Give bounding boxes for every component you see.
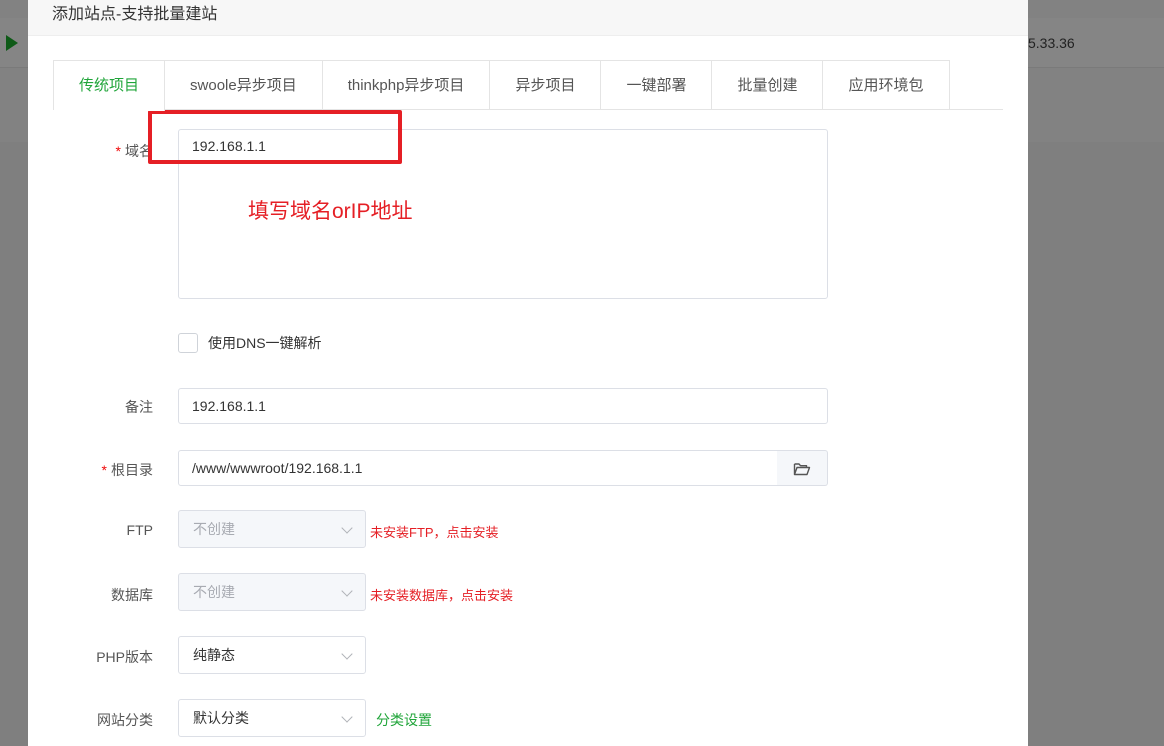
- dns-checkbox-label[interactable]: 使用DNS一键解析: [208, 333, 322, 353]
- category-settings-link[interactable]: 分类设置: [376, 710, 432, 730]
- tab-thinkphp[interactable]: thinkphp异步项目: [322, 61, 491, 110]
- database-install-link[interactable]: 未安装数据库，点击安装: [370, 585, 513, 604]
- project-tabs: 传统项目 swoole异步项目 thinkphp异步项目 异步项目 一键部署 批…: [53, 60, 950, 111]
- tab-async[interactable]: 异步项目: [490, 61, 602, 110]
- chevron-down-icon: [341, 648, 353, 660]
- chevron-down-icon: [341, 711, 353, 723]
- database-label: 数据库: [111, 587, 153, 603]
- database-select: 不创建: [178, 573, 366, 611]
- ftp-install-link[interactable]: 未安装FTP，点击安装: [370, 522, 499, 541]
- tab-batch-create[interactable]: 批量创建: [712, 61, 824, 110]
- add-site-dialog: 添加站点-支持批量建站 传统项目 swoole异步项目 thinkphp异步项目…: [28, 0, 1028, 746]
- chevron-down-icon: [341, 585, 353, 597]
- play-icon: [6, 35, 18, 51]
- site-category-select[interactable]: 默认分类: [178, 699, 366, 737]
- php-version-label: PHP版本: [96, 649, 153, 665]
- tab-env-package[interactable]: 应用环境包: [823, 61, 949, 110]
- php-version-value: 纯静态: [193, 647, 235, 663]
- database-select-value: 不创建: [193, 584, 235, 600]
- tab-one-click-deploy[interactable]: 一键部署: [601, 61, 713, 110]
- ftp-select: 不创建: [178, 510, 366, 548]
- annotation-text: 填写域名orIP地址: [248, 200, 413, 223]
- remark-input[interactable]: 192.168.1.1: [178, 388, 828, 424]
- dialog-title: 添加站点-支持批量建站: [52, 6, 218, 23]
- chevron-down-icon: [341, 522, 353, 534]
- site-category-label: 网站分类: [97, 712, 153, 728]
- remark-label: 备注: [125, 399, 153, 415]
- domain-label: * 域名: [115, 143, 153, 159]
- folder-icon: [793, 463, 811, 476]
- tab-traditional[interactable]: 传统项目: [54, 61, 166, 111]
- root-dir-label: * 根目录: [101, 462, 153, 478]
- site-category-value: 默认分类: [193, 710, 249, 726]
- folder-browse-button[interactable]: [777, 450, 828, 486]
- annotation-highlight-box: [148, 110, 402, 164]
- dialog-header: 添加站点-支持批量建站: [28, 0, 1028, 36]
- ftp-select-value: 不创建: [193, 521, 235, 537]
- background-ip-text: 5.33.36: [1028, 35, 1075, 51]
- php-version-select[interactable]: 纯静态: [178, 636, 366, 674]
- ftp-label: FTP: [126, 522, 153, 538]
- root-dir-input[interactable]: /www/wwwroot/192.168.1.1: [178, 450, 778, 486]
- tab-swoole[interactable]: swoole异步项目: [165, 61, 323, 110]
- dns-checkbox[interactable]: [178, 333, 198, 353]
